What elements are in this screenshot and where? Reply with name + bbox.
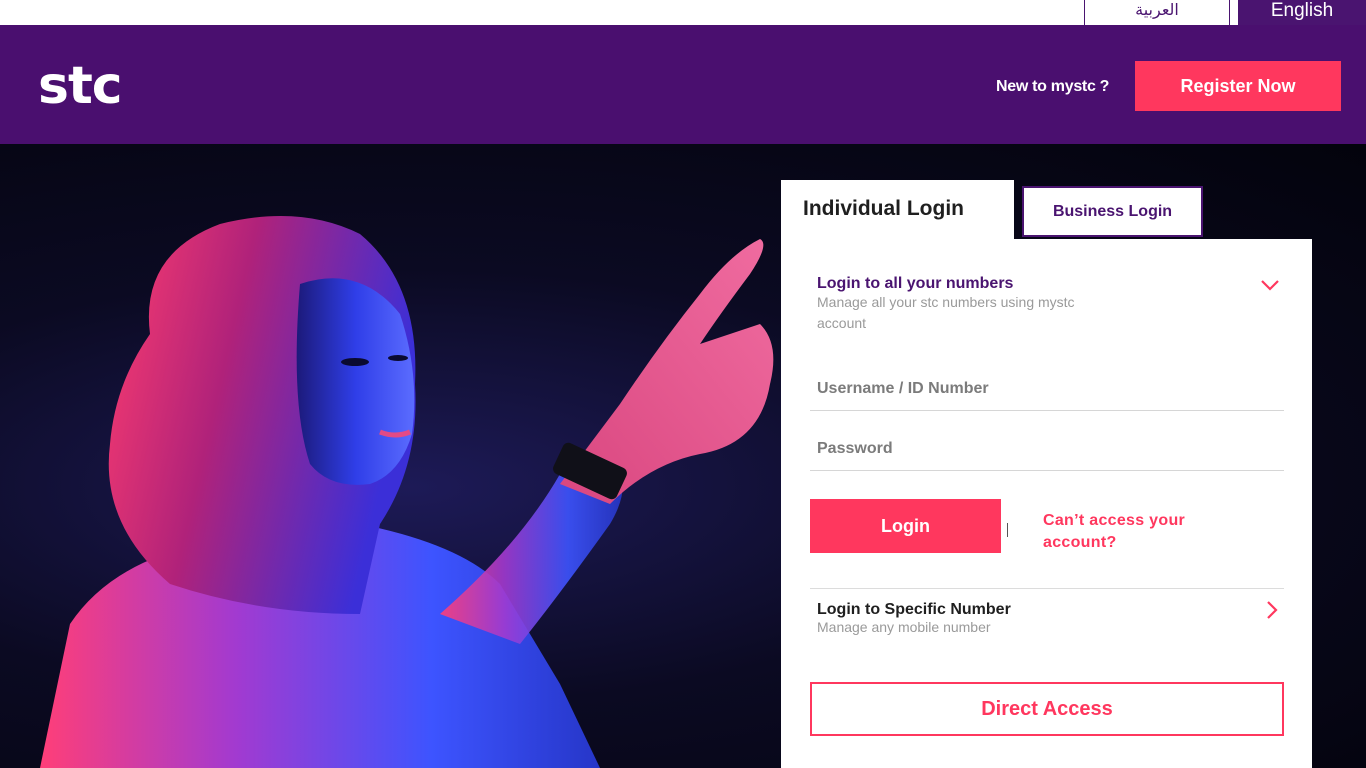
divider xyxy=(1007,523,1008,537)
new-user-prompt: New to mystc ? xyxy=(996,78,1110,95)
chevron-right-icon[interactable] xyxy=(1265,599,1279,621)
cant-access-link[interactable]: Can’t access your account? xyxy=(1043,510,1253,554)
login-panel: Login to all your numbers Manage all you… xyxy=(781,239,1312,768)
register-now-button[interactable]: Register Now xyxy=(1135,61,1341,111)
arabic-language-link[interactable]: العربية xyxy=(1084,0,1230,25)
stc-logo[interactable]: stc xyxy=(38,59,123,113)
english-language-link[interactable]: English xyxy=(1238,0,1366,25)
login-specific-subtitle: Manage any mobile number xyxy=(817,619,991,635)
login-button[interactable]: Login xyxy=(810,499,1001,553)
direct-access-button[interactable]: Direct Access xyxy=(810,682,1284,736)
password-input[interactable] xyxy=(810,427,1284,471)
login-specific-title[interactable]: Login to Specific Number xyxy=(817,601,1011,619)
login-all-title[interactable]: Login to all your numbers xyxy=(817,275,1013,293)
chevron-down-icon[interactable] xyxy=(1259,277,1281,293)
site-header: stc New to mystc ? Register Now xyxy=(0,25,1366,144)
section-divider xyxy=(810,588,1284,589)
tab-business-login[interactable]: Business Login xyxy=(1022,186,1203,237)
language-bar: العربية English xyxy=(0,0,1366,25)
login-all-subtitle: Manage all your stc numbers using mystc … xyxy=(817,294,1075,331)
username-input[interactable] xyxy=(810,367,1284,411)
hero-woman-image xyxy=(40,216,774,768)
tab-individual-login[interactable]: Individual Login xyxy=(781,180,1014,240)
